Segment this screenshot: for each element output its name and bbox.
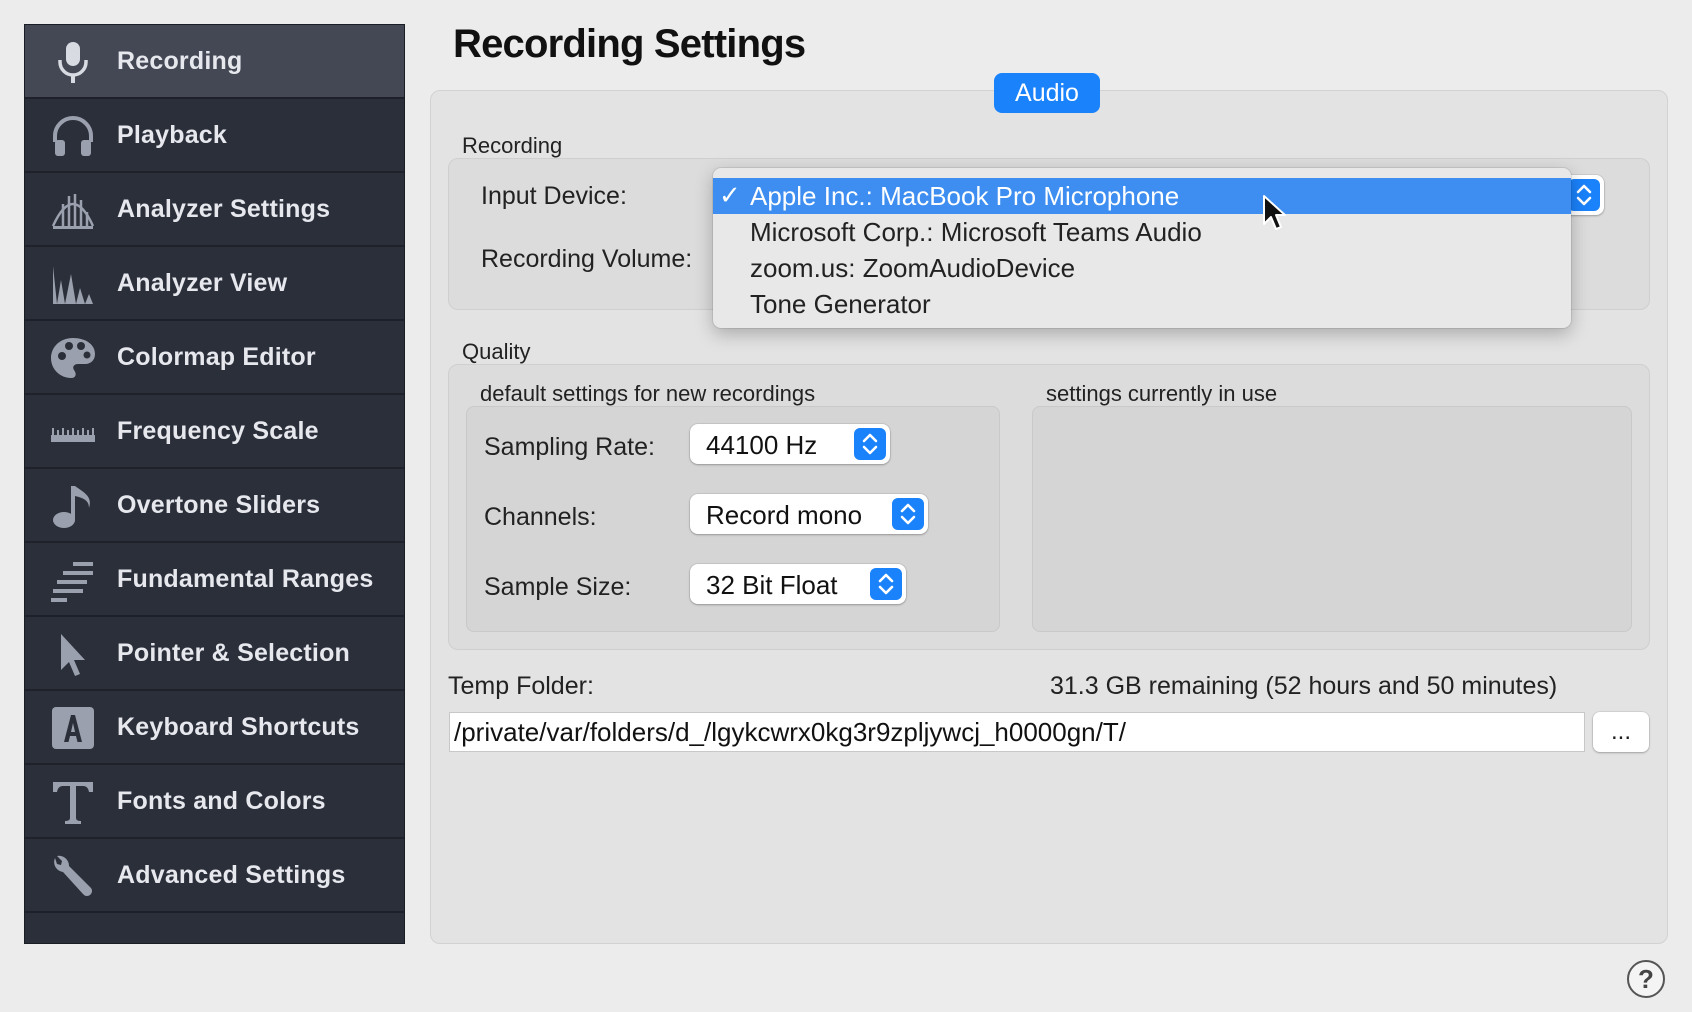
sidebar-item-label: Frequency Scale (117, 416, 319, 445)
chevron-updown-icon (854, 428, 886, 460)
recording-section-label: Recording (462, 133, 563, 158)
sidebar-item-label: Colormap Editor (117, 342, 316, 371)
browse-folder-button[interactable]: ... (1593, 712, 1649, 752)
tab-audio[interactable]: Audio (994, 73, 1100, 113)
sampling-rate-label: Sampling Rate: (484, 433, 655, 461)
sidebar-item-label: Overtone Sliders (117, 490, 321, 519)
menu-item-label: Tone Generator (750, 289, 931, 319)
channels-label: Channels: (484, 503, 597, 531)
font-icon (49, 778, 97, 826)
ruler-icon (49, 408, 97, 456)
current-settings-label: settings currently in use (1046, 381, 1278, 406)
sidebar-item-label: Fonts and Colors (117, 786, 326, 815)
sidebar-item-recording[interactable]: Recording (25, 25, 404, 99)
menu-item-macbook-pro-microphone[interactable]: ✓ Apple Inc.: MacBook Pro Microphone (713, 178, 1571, 214)
analyzer-settings-icon (49, 186, 97, 234)
sidebar-item-label: Advanced Settings (117, 860, 346, 889)
spectrum-icon (49, 260, 97, 308)
sidebar-item-advanced-settings[interactable]: Advanced Settings (25, 839, 404, 913)
sample-size-value: 32 Bit Float (706, 570, 838, 600)
headphones-icon (49, 112, 97, 160)
sampling-rate-select[interactable]: 44100 Hz (690, 424, 890, 464)
channels-value: Record mono (706, 500, 863, 530)
sidebar-item-label: Analyzer View (117, 268, 288, 297)
menu-item-label: Microsoft Corp.: Microsoft Teams Audio (750, 217, 1202, 247)
page-title: Recording Settings (453, 22, 806, 66)
chevron-updown-icon (870, 568, 902, 600)
microphone-icon (49, 38, 97, 86)
sidebar-item-label: Recording (117, 46, 243, 75)
menu-item-zoom-audio-device[interactable]: zoom.us: ZoomAudioDevice (713, 250, 1571, 286)
sidebar-item-pointer-selection[interactable]: Pointer & Selection (25, 617, 404, 691)
menu-item-microsoft-teams-audio[interactable]: Microsoft Corp.: Microsoft Teams Audio (713, 214, 1571, 250)
mouse-cursor-icon (1263, 195, 1286, 230)
sample-size-select[interactable]: 32 Bit Float (690, 564, 906, 604)
menu-item-label: zoom.us: ZoomAudioDevice (750, 253, 1076, 283)
sidebar: Recording Playback Analyzer Settings Ana… (24, 24, 405, 944)
pointer-icon (49, 630, 97, 678)
sidebar-item-fundamental-ranges[interactable]: Fundamental Ranges (25, 543, 404, 617)
sidebar-item-analyzer-view[interactable]: Analyzer View (25, 247, 404, 321)
sidebar-item-playback[interactable]: Playback (25, 99, 404, 173)
menu-item-tone-generator[interactable]: Tone Generator (713, 286, 1571, 322)
input-device-label: Input Device: (481, 182, 627, 210)
chevron-updown-icon (1568, 179, 1600, 211)
keyboard-key-icon (49, 704, 97, 752)
help-button[interactable]: ? (1627, 960, 1665, 998)
checkmark-icon: ✓ (719, 180, 741, 210)
ranges-icon (49, 556, 97, 604)
sample-size-label: Sample Size: (484, 573, 632, 601)
wrench-icon (49, 852, 97, 900)
sidebar-item-colormap-editor[interactable]: Colormap Editor (25, 321, 404, 395)
sidebar-item-frequency-scale[interactable]: Frequency Scale (25, 395, 404, 469)
defaults-label: default settings for new recordings (480, 381, 816, 406)
input-device-menu: ✓ Apple Inc.: MacBook Pro Microphone Mic… (713, 168, 1571, 328)
temp-folder-path-input[interactable] (449, 712, 1585, 752)
sidebar-item-analyzer-settings[interactable]: Analyzer Settings (25, 173, 404, 247)
sidebar-item-label: Playback (117, 120, 228, 149)
menu-item-label: Apple Inc.: MacBook Pro Microphone (750, 181, 1180, 211)
sampling-rate-value: 44100 Hz (706, 430, 818, 460)
disk-remaining-text: 31.3 GB remaining (52 hours and 50 minut… (1050, 672, 1558, 700)
temp-folder-label: Temp Folder: (448, 672, 594, 700)
sidebar-item-keyboard-shortcuts[interactable]: Keyboard Shortcuts (25, 691, 404, 765)
channels-select[interactable]: Record mono (690, 494, 928, 534)
sidebar-item-label: Keyboard Shortcuts (117, 712, 360, 741)
sidebar-item-label: Fundamental Ranges (117, 564, 374, 593)
quality-section-label: Quality (462, 339, 531, 364)
sidebar-item-overtone-sliders[interactable]: Overtone Sliders (25, 469, 404, 543)
palette-icon (49, 334, 97, 382)
sidebar-item-label: Pointer & Selection (117, 638, 351, 667)
music-note-icon (49, 482, 97, 530)
recording-volume-label: Recording Volume: (481, 245, 693, 273)
sidebar-item-label: Analyzer Settings (117, 194, 331, 223)
current-settings-box (1032, 406, 1632, 632)
chevron-updown-icon (892, 498, 924, 530)
sidebar-item-fonts-and-colors[interactable]: Fonts and Colors (25, 765, 404, 839)
